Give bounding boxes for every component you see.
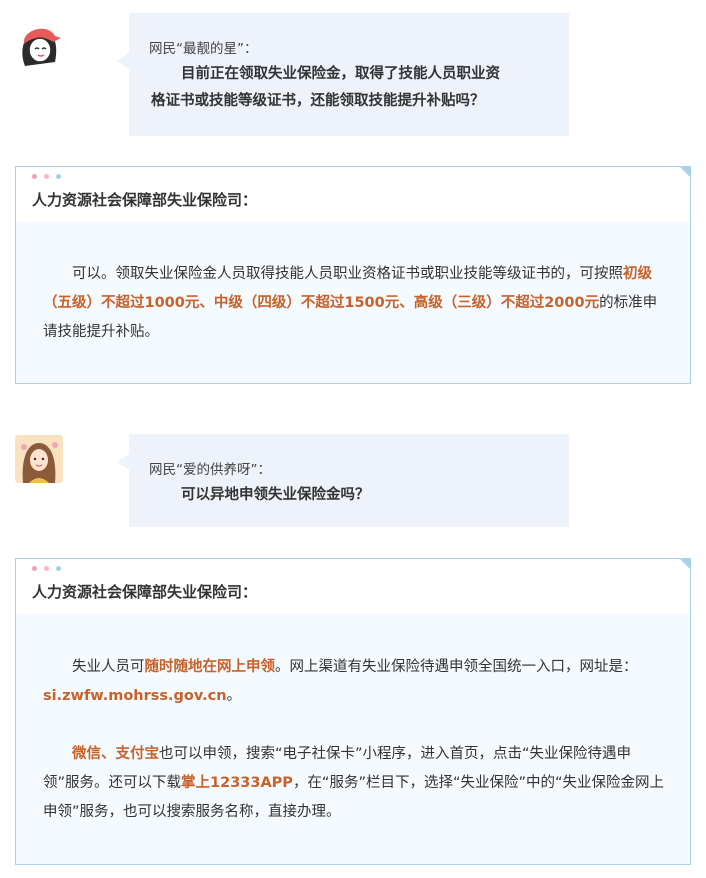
question-text: 目前正在领取失业保险金，取得了技能人员职业资 格证书或技能等级证书，还能领取技能…	[149, 61, 554, 115]
corner-fold-icon	[679, 166, 691, 178]
dot-icon	[44, 174, 49, 179]
answer-paragraph: 微信、支付宝也可以申领，搜索“电子社保卡”小程序，进入首页，点击“失业保险待遇申…	[43, 740, 665, 827]
girl-with-flowers-avatar-icon	[15, 435, 63, 483]
asker-name: 网民“最靓的星”：	[149, 41, 258, 57]
responder-name: 人力资源社会保障部失业保险司：	[32, 191, 258, 209]
responder-name: 人力资源社会保障部失业保险司：	[32, 583, 258, 601]
answer-highlight: 掌上12333APP	[181, 775, 293, 791]
answer-card-2: 人力资源社会保障部失业保险司： 失业人员可随时随地在网上申领。网上渠道有失业保险…	[15, 558, 691, 865]
dot-icon	[44, 566, 49, 571]
dot-icon	[32, 174, 37, 179]
user-avatar-1	[15, 22, 63, 70]
answer-text: 。网上渠道有失业保险待遇申领全国统一入口，网址是：	[275, 659, 638, 675]
bubble-tail	[117, 454, 129, 470]
answer-text: 可以。领取失业保险金人员取得技能人员职业资格证书或职业技能等级证书的，可按照	[72, 266, 623, 282]
dot-icon	[56, 566, 61, 571]
answer-text: 。	[226, 688, 242, 704]
question-line: 可以异地申领失业保险金吗？	[181, 487, 370, 503]
question-line: 格证书或技能等级证书，还能领取技能提升补贴吗？	[151, 93, 485, 109]
website-link[interactable]: si.zwfw.mohrss.gov.cn	[43, 688, 227, 704]
answer-text: 失业人员可	[72, 659, 145, 675]
question-bubble-1: 网民“最靓的星”： 目前正在领取失业保险金，取得了技能人员职业资 格证书或技能等…	[117, 13, 569, 136]
dot-icon	[32, 566, 37, 571]
answer-paragraph: 可以。领取失业保险金人员取得技能人员职业资格证书或职业技能等级证书的，可按照初级…	[43, 260, 665, 347]
answer-body: 失业人员可随时随地在网上申领。网上渠道有失业保险待遇申领全国统一入口，网址是： s…	[43, 653, 665, 827]
decorative-dots	[32, 556, 68, 575]
question-text: 可以异地申领失业保险金吗？	[181, 482, 561, 509]
bubble-tail	[117, 53, 129, 69]
corner-fold-icon	[679, 558, 691, 570]
answer-card-1: 人力资源社会保障部失业保险司： 可以。领取失业保险金人员取得技能人员职业资格证书…	[15, 166, 691, 384]
decorative-dots	[32, 164, 68, 183]
answer-paragraph: 失业人员可随时随地在网上申领。网上渠道有失业保险待遇申领全国统一入口，网址是： s…	[43, 653, 665, 711]
answer-body: 可以。领取失业保险金人员取得技能人员职业资格证书或职业技能等级证书的，可按照初级…	[43, 260, 665, 347]
dot-icon	[56, 174, 61, 179]
answer-highlight: 微信、支付宝	[72, 746, 159, 762]
question-line: 目前正在领取失业保险金，取得了技能人员职业资	[181, 66, 500, 82]
answer-header: 人力资源社会保障部失业保险司：	[16, 559, 690, 614]
user-avatar-2	[15, 435, 63, 483]
asker-name: 网民“爱的供养呀”：	[149, 462, 271, 478]
answer-highlight: 随时随地在网上申领	[144, 659, 276, 675]
question-bubble-2: 网民“爱的供养呀”： 可以异地申领失业保险金吗？	[117, 434, 569, 527]
girl-with-cap-avatar-icon	[22, 28, 61, 66]
answer-header: 人力资源社会保障部失业保险司：	[16, 167, 690, 222]
